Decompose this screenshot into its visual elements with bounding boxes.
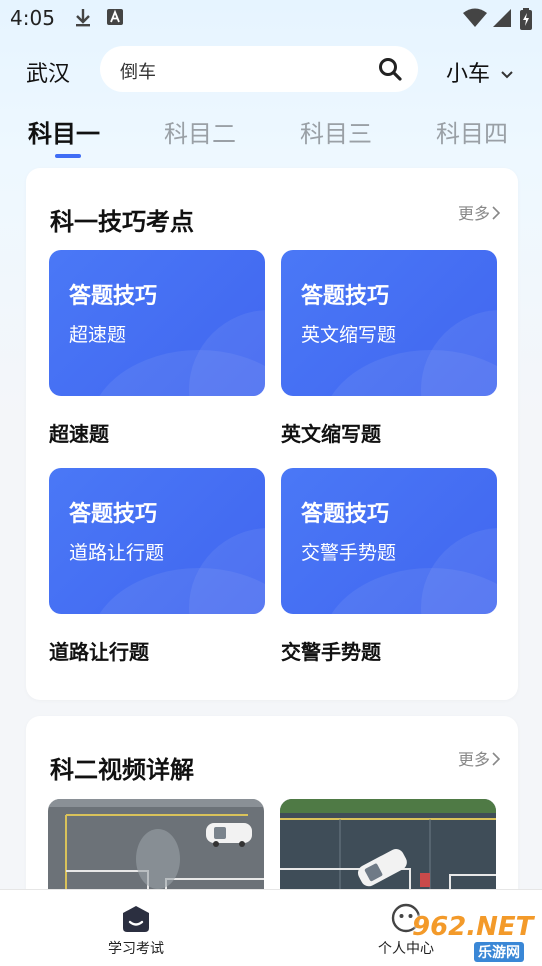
tile-decoration (421, 310, 497, 396)
chevron-right-icon (492, 205, 501, 224)
tile-heading: 答题技巧 (301, 284, 390, 309)
tile-heading: 答题技巧 (69, 502, 158, 527)
section-title: 科二视频详解 (50, 756, 194, 784)
vehicle-type-selector[interactable]: 小车 (446, 56, 490, 88)
video-thumbnail[interactable] (280, 799, 496, 894)
more-link[interactable]: 更多 (457, 200, 501, 224)
tile-subtitle: 英文缩写题 (301, 324, 397, 346)
chevron-right-icon (492, 751, 501, 770)
tile-caption[interactable]: 超速题 (49, 418, 109, 447)
tile-heading: 答题技巧 (69, 284, 158, 309)
tile-subtitle: 交警手势题 (301, 542, 397, 564)
tip-tile-right-of-way[interactable]: 答题技巧 道路让行题 (49, 468, 265, 614)
tip-tile-police-gesture[interactable]: 答题技巧 交警手势题 (281, 468, 497, 614)
study-icon (120, 904, 152, 938)
status-time: 4:05 (10, 6, 55, 30)
nav-label: 学习考试 (108, 941, 164, 957)
search-input[interactable]: 倒车 (120, 58, 156, 84)
tile-decoration (189, 528, 265, 614)
watermark-subtext: 乐游网 (474, 942, 524, 962)
tab-subject-2[interactable]: 科目二 (164, 114, 236, 149)
section-title: 科一技巧考点 (50, 208, 194, 236)
active-tab-indicator (55, 154, 81, 158)
more-label: 更多 (457, 204, 490, 223)
city-selector[interactable]: 武汉 (26, 56, 70, 88)
signal-icon (492, 8, 512, 32)
download-icon (74, 8, 92, 32)
top-bar: 武汉 倒车 小车 (0, 44, 542, 96)
tab-subject-3[interactable]: 科目三 (300, 114, 372, 149)
tile-caption[interactable]: 交警手势题 (281, 636, 381, 665)
status-bar: 4:05 (0, 0, 542, 36)
wifi-icon (462, 8, 488, 32)
more-label: 更多 (457, 750, 490, 769)
tip-tile-abbreviation[interactable]: 答题技巧 英文缩写题 (281, 250, 497, 396)
tab-subject-1[interactable]: 科目一 (28, 114, 100, 149)
tile-decoration (421, 528, 497, 614)
chevron-down-icon[interactable] (500, 65, 514, 84)
tile-subtitle: 超速题 (69, 324, 127, 346)
watermark-logo: 962.NET 乐游网 (410, 912, 542, 962)
tile-caption[interactable]: 英文缩写题 (281, 418, 381, 447)
tips-card: 科一技巧考点 更多 答题技巧 超速题 超速题 答题技巧 英文缩写题 英文缩写题 … (26, 168, 518, 700)
tip-tile-speeding[interactable]: 答题技巧 超速题 (49, 250, 265, 396)
tile-heading: 答题技巧 (301, 502, 390, 527)
tile-caption[interactable]: 道路让行题 (49, 636, 149, 665)
search-icon[interactable] (378, 57, 402, 85)
nav-study[interactable]: 学习考试 (76, 890, 196, 966)
search-box[interactable]: 倒车 (100, 46, 418, 92)
tile-decoration (189, 310, 265, 396)
more-link[interactable]: 更多 (457, 746, 501, 770)
video-card: 科二视频详解 更多 (26, 716, 518, 916)
subject-tabs: 科目一 科目二 科目三 科目四 (0, 112, 542, 162)
battery-icon (520, 8, 532, 34)
font-app-icon (106, 8, 124, 30)
tab-subject-4[interactable]: 科目四 (436, 114, 508, 149)
watermark-text: 962.NET (412, 912, 534, 942)
tile-subtitle: 道路让行题 (69, 542, 165, 564)
video-thumbnail[interactable] (48, 799, 264, 894)
